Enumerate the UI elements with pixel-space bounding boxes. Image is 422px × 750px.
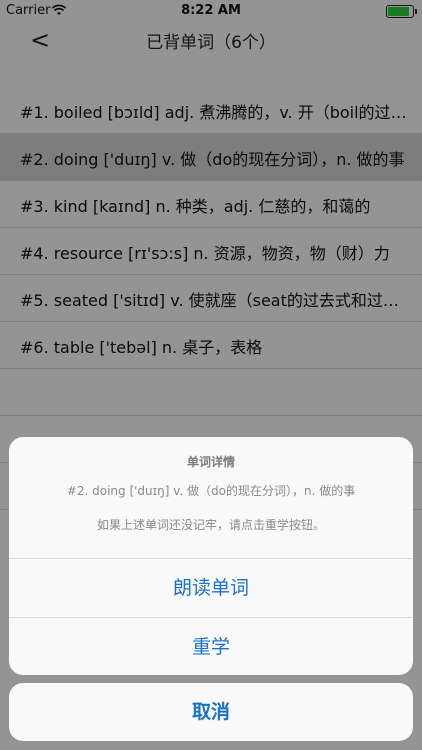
sheet-title: 单词详情 [186,455,235,469]
sheet-header: 单词详情 #2. doing ['duɪŋ] v. 做（do的现在分词），n. … [9,437,413,558]
sheet-message: #2. doing ['duɪŋ] v. 做（do的现在分词），n. 做的事 [66,484,356,498]
cancel-sheet: 取消 [9,683,413,741]
read-word-button[interactable]: 朗读单词 [9,559,413,617]
cancel-button[interactable]: 取消 [9,683,413,741]
relearn-button[interactable]: 重学 [9,618,413,675]
sheet-hint: 如果上述单词还没记牢，请点击重学按钮。 [96,518,325,532]
action-sheet: 单词详情 #2. doing ['duɪŋ] v. 做（do的现在分词），n. … [9,437,413,675]
